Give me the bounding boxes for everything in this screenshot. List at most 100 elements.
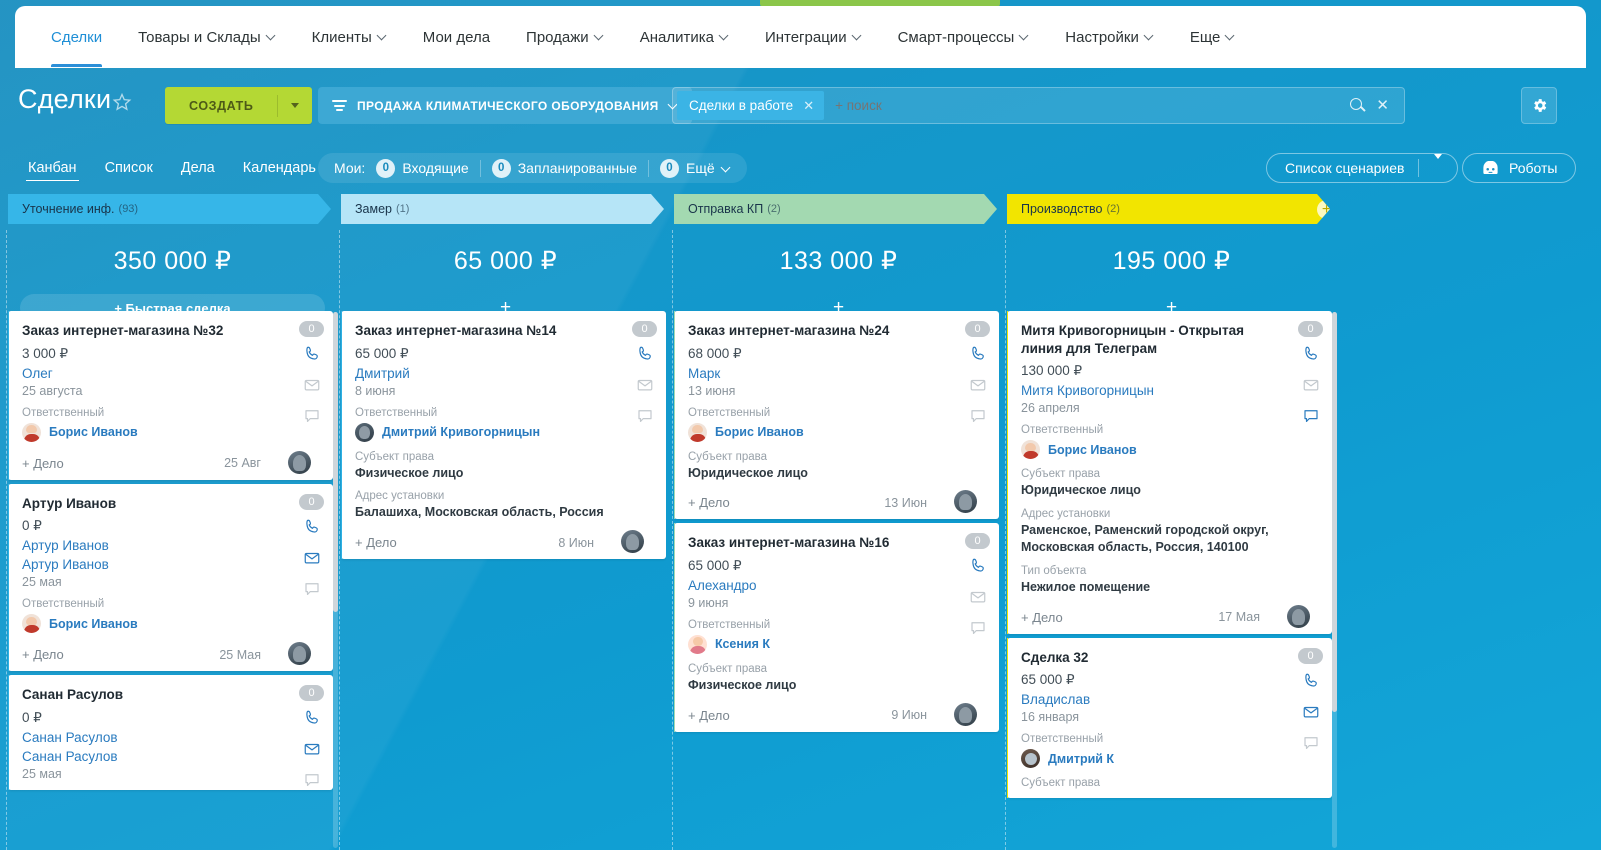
pipeline-selector[interactable]: ПРОДАЖА КЛИМАТИЧЕСКОГО ОБОРУДОВАНИЯ (318, 87, 692, 124)
column-scrollbar-thumb[interactable] (1332, 312, 1337, 712)
status-badge[interactable]: 0 (1298, 321, 1323, 337)
deal-card[interactable]: Митя Кривогорницын - Открытая линия для … (1007, 311, 1332, 634)
clear-search-icon[interactable]: ✕ (1376, 98, 1389, 113)
mail-icon[interactable] (303, 740, 321, 763)
mail-icon[interactable] (303, 376, 321, 399)
phone-icon[interactable] (969, 345, 987, 368)
settings-gear-button[interactable] (1521, 87, 1557, 124)
activity-counter-1[interactable]: 0 Входящие (376, 158, 469, 178)
tab-3[interactable]: Дела (171, 157, 225, 179)
responsible-row[interactable]: Борис Иванов (22, 614, 287, 634)
chat-icon[interactable] (303, 407, 321, 430)
column-header-1[interactable]: Уточнение инф. (93) (8, 194, 331, 224)
add-activity-link[interactable]: + Дело (22, 456, 64, 471)
nav-item-3[interactable]: Клиенты (294, 7, 405, 67)
deal-contact-link[interactable]: Артур Иванов (22, 538, 287, 553)
status-badge[interactable]: 0 (299, 685, 324, 702)
responsible-row[interactable]: Дмитрий К (1021, 749, 1286, 769)
deal-contact-link[interactable]: Владислав (1021, 692, 1286, 707)
nav-item-8[interactable]: Смарт-процессы (880, 7, 1048, 67)
chat-icon[interactable] (1302, 734, 1320, 757)
chat-icon[interactable] (969, 407, 987, 430)
deal-contact-link[interactable]: Олег (22, 366, 287, 381)
deal-card[interactable]: Сделка 32 65 000 ₽ Владислав 16 января Ответ… (1007, 637, 1332, 799)
scenarios-dropdown-toggle[interactable] (1419, 154, 1457, 177)
chat-icon[interactable] (636, 407, 654, 430)
phone-icon[interactable] (303, 345, 321, 368)
tab-2[interactable]: Список (95, 157, 163, 179)
search-filter-bar[interactable]: Сделки в работе ✕ ✕ (672, 87, 1405, 124)
robots-button[interactable]: Роботы (1462, 153, 1577, 183)
nav-item-6[interactable]: Аналитика (622, 7, 747, 67)
deal-card[interactable]: Артур Иванов 0 ₽ Артур Иванов Артур Иванов 2… (8, 483, 333, 672)
deal-card[interactable]: Санан Расулов 0 ₽ Санан Расулов Санан Расул… (8, 675, 333, 790)
deal-contact-link[interactable]: Митя Кривогорницын (1021, 383, 1286, 398)
column-scrollbar[interactable] (1332, 312, 1337, 848)
status-badge[interactable]: 0 (1298, 647, 1323, 664)
phone-icon[interactable] (636, 345, 654, 368)
column-header-3[interactable]: Отправка КП (2) (674, 194, 997, 224)
deal-card[interactable]: Заказ интернет-магазина №14 65 000 ₽ Дмитр… (341, 311, 666, 560)
phone-icon[interactable] (1302, 672, 1320, 695)
nav-item-4[interactable]: Мои дела (405, 7, 508, 67)
column-scrollbar[interactable] (333, 312, 338, 848)
mail-icon[interactable] (969, 376, 987, 399)
mail-icon[interactable] (969, 588, 987, 611)
status-badge[interactable]: 0 (965, 321, 990, 337)
tab-1[interactable]: Канбан (18, 157, 87, 181)
add-activity-link[interactable]: + Дело (688, 495, 730, 510)
mail-icon[interactable] (636, 376, 654, 399)
status-badge[interactable]: 0 (299, 493, 324, 510)
deal-contact-link[interactable]: Марк (688, 366, 953, 381)
responsible-row[interactable]: Борис Иванов (1021, 440, 1286, 460)
add-activity-link[interactable]: + Дело (355, 535, 397, 550)
favorite-star-icon[interactable] (112, 92, 132, 112)
nav-item-2[interactable]: Товары и Склады (120, 7, 294, 67)
activity-counter-3[interactable]: 0 Ещё (660, 158, 731, 178)
deal-contact-link[interactable]: Санан Расулов (22, 730, 287, 745)
responsible-row[interactable]: Ксения К (688, 634, 953, 654)
add-activity-link[interactable]: + Дело (688, 708, 730, 723)
search-input[interactable] (824, 98, 1351, 113)
search-icon[interactable] (1350, 98, 1365, 113)
active-filter-tag[interactable]: Сделки в работе ✕ (677, 91, 825, 120)
status-badge[interactable]: 0 (299, 321, 324, 337)
nav-item-1[interactable]: Сделки (33, 7, 120, 67)
mail-icon[interactable] (303, 549, 321, 572)
status-badge[interactable]: 0 (632, 321, 657, 337)
chat-icon[interactable] (303, 771, 321, 794)
create-button[interactable]: СОЗДАТЬ (165, 87, 313, 124)
deal-card[interactable]: Заказ интернет-магазина №32 3 000 ₽ Олег 25… (8, 311, 333, 480)
nav-item-9[interactable]: Настройки (1047, 7, 1172, 67)
responsible-row[interactable]: Борис Иванов (688, 422, 953, 442)
deal-contact-link[interactable]: Алехандро (688, 578, 953, 593)
add-activity-link[interactable]: + Дело (22, 647, 64, 662)
phone-icon[interactable] (969, 557, 987, 580)
close-x-icon[interactable]: ✕ (803, 98, 814, 114)
phone-icon[interactable] (303, 709, 321, 732)
chat-icon[interactable] (1302, 407, 1320, 430)
phone-icon[interactable] (1302, 345, 1320, 368)
add-activity-link[interactable]: + Дело (1021, 610, 1063, 625)
responsible-row[interactable]: Борис Иванов (22, 422, 287, 442)
add-stage-icon[interactable]: + (1317, 200, 1336, 219)
nav-item-5[interactable]: Продажи (508, 7, 622, 67)
status-badge[interactable]: 0 (965, 533, 990, 550)
mail-icon[interactable] (1302, 376, 1320, 399)
chat-icon[interactable] (303, 580, 321, 603)
scenarios-button[interactable]: Список сценариев (1266, 153, 1459, 183)
deal-card[interactable]: Заказ интернет-магазина №16 65 000 ₽ Алеха… (674, 523, 999, 733)
mail-icon[interactable] (1302, 703, 1320, 726)
phone-icon[interactable] (303, 518, 321, 541)
deal-contact-link[interactable]: Артур Иванов (22, 557, 287, 572)
deal-contact-link[interactable]: Санан Расулов (22, 749, 287, 764)
responsible-row[interactable]: Дмитрий Кривогорницын (355, 422, 620, 442)
nav-item-7[interactable]: Интеграции (747, 7, 880, 67)
deal-contact-link[interactable]: Дмитрий (355, 366, 620, 381)
tab-4[interactable]: Календарь (233, 157, 326, 179)
column-header-2[interactable]: Замер (1) (341, 194, 664, 224)
chat-icon[interactable] (969, 619, 987, 642)
deal-card[interactable]: Заказ интернет-магазина №24 68 000 ₽ Марк 1… (674, 311, 999, 520)
column-scrollbar-thumb[interactable] (333, 312, 338, 612)
nav-item-10[interactable]: Еще (1172, 7, 1254, 67)
